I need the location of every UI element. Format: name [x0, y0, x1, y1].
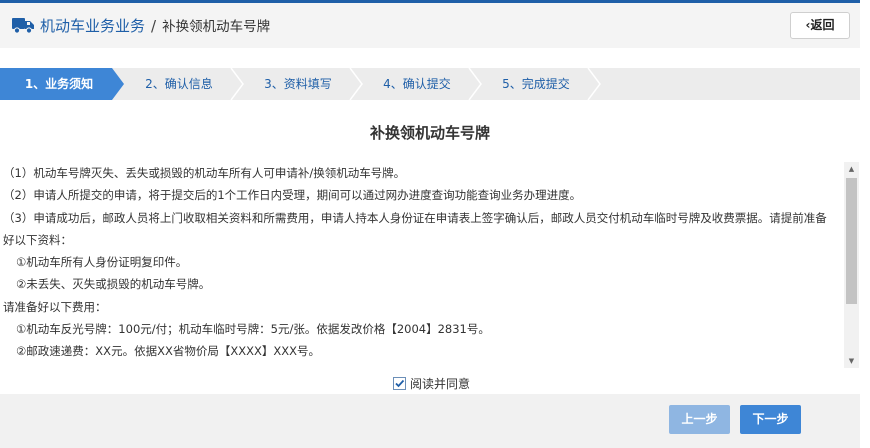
truck-icon	[12, 18, 34, 34]
scrollbar-thumb[interactable]	[846, 178, 857, 304]
notice-line: 请准备好以下费用：	[3, 299, 107, 314]
scroll-up-arrow-icon[interactable]: ▲	[844, 162, 859, 176]
checkmark-icon	[395, 379, 405, 388]
footer-bar: 上一步 下一步	[0, 394, 860, 448]
prev-step-button[interactable]: 上一步	[669, 405, 730, 434]
step-progress-bar: 1、业务须知 2、确认信息 3、资料填写 4、确认提交 5、完成提交	[0, 68, 860, 100]
agree-checkbox-row[interactable]: 阅读并同意	[393, 375, 470, 392]
notice-content[interactable]: （1）机动车号牌灭失、丢失或损毁的机动车所有人可申请补/换领机动车号牌。 （2）…	[0, 162, 840, 368]
breadcrumb-separator: /	[151, 17, 157, 35]
scroll-down-arrow-icon[interactable]: ▼	[844, 354, 859, 368]
back-button[interactable]: ‹返回	[790, 12, 850, 39]
notice-line: 好以下资料：	[3, 232, 72, 247]
agree-label: 阅读并同意	[410, 377, 471, 391]
step-5: 5、完成提交	[502, 77, 570, 91]
breadcrumb-title: 机动车业务业务	[40, 17, 146, 35]
step-1: 1、业务须知	[24, 77, 94, 91]
step-4: 4、确认提交	[383, 77, 451, 91]
back-button-label: 返回	[810, 18, 835, 32]
content-scrollbar[interactable]: ▲ ▼	[844, 162, 859, 368]
notice-line: ②未丢失、灭失或损毁的机动车号牌。	[16, 277, 211, 292]
next-step-button[interactable]: 下一步	[740, 405, 801, 434]
step-3: 3、资料填写	[264, 77, 332, 91]
notice-line: （1）机动车号牌灭失、丢失或损毁的机动车所有人可申请补/换领机动车号牌。	[3, 166, 406, 180]
agree-checkbox[interactable]	[393, 377, 406, 390]
notice-title: 补换领机动车号牌	[369, 124, 490, 142]
notice-line: （3）申请成功后，邮政人员将上门收取相关资料和所需费用，申请人持本人身份证在申请…	[3, 210, 827, 225]
step-2: 2、确认信息	[145, 77, 213, 91]
breadcrumb-subtitle: 补换领机动车号牌	[162, 19, 271, 35]
page-header: 机动车业务业务 / 补换领机动车号牌 ‹返回	[0, 3, 860, 48]
page-title: 机动车业务业务 / 补换领机动车号牌	[40, 15, 270, 36]
notice-line: ②邮政速递费：XX元。依据XX省物价局【XXXX】XXX号。	[16, 344, 320, 359]
notice-line: ①机动车所有人身份证明复印件。	[16, 255, 188, 270]
notice-line: （2）申请人所提交的申请，将于提交后的1个工作日内受理，期间可以通过网办进度查询…	[3, 188, 582, 203]
notice-line: ①机动车反光号牌：100元/付；机动车临时号牌：5元/张。依据发改价格【2004…	[16, 322, 490, 337]
